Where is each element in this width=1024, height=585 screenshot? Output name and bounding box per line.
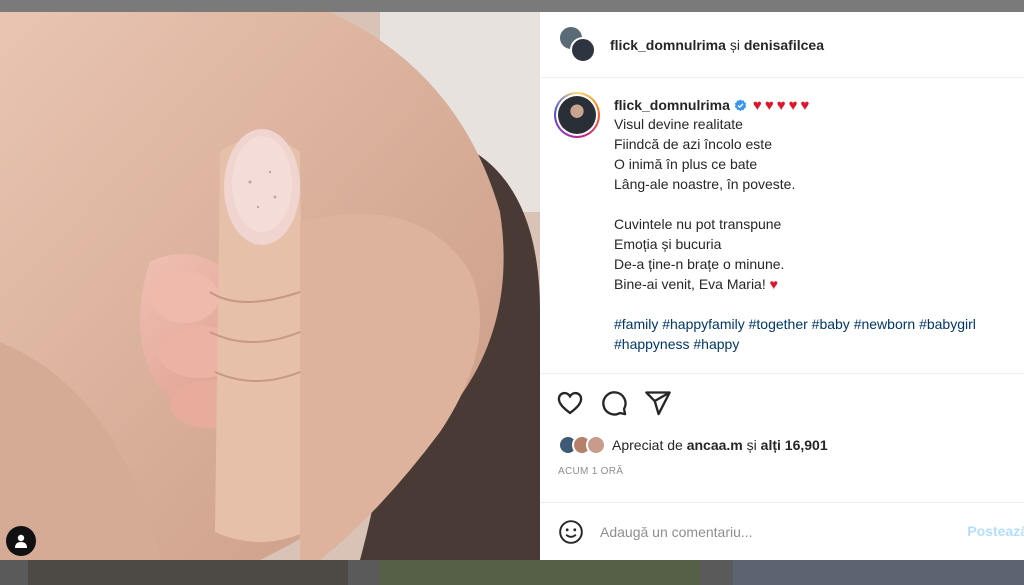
background-page-bottom	[0, 560, 1024, 585]
likes-connector: și	[746, 437, 757, 453]
user-icon	[15, 534, 27, 548]
caption-avatar[interactable]	[554, 92, 600, 138]
post-comment-button[interactable]: Postează	[967, 523, 1024, 539]
avatar	[570, 36, 596, 63]
post-details-panel: flick_domnulrima și denisafilcea flick_d…	[540, 12, 1024, 560]
caption-user-line: flick_domnulrima ♥♥♥♥♥	[614, 96, 1024, 114]
comment-icon[interactable]	[600, 389, 628, 417]
post-image[interactable]	[0, 12, 540, 560]
caption-line: O inimă în plus ce bate	[614, 156, 758, 172]
caption-line: Bine-ai venit, Eva Maria!	[614, 276, 766, 292]
comment-form: Postează	[540, 502, 1024, 560]
hashtags-line[interactable]: #family #happyfamily #together #baby #ne…	[614, 314, 1024, 334]
caption-line: Cuvintele nu pot transpune	[614, 216, 782, 232]
avatar	[586, 435, 606, 455]
caption-line: Emoția și bucuria	[614, 236, 722, 252]
heart-emoji: ♥	[769, 276, 778, 292]
caption-line: Fiindcă de azi încolo este	[614, 136, 772, 152]
post-actions	[540, 374, 1024, 432]
collab-names: flick_domnulrima și denisafilcea	[610, 37, 824, 53]
post-header: flick_domnulrima și denisafilcea	[540, 12, 1024, 78]
background-page-top	[0, 0, 1024, 12]
collaborator-username-link[interactable]: denisafilcea	[744, 37, 824, 53]
emoji-icon[interactable]	[558, 519, 584, 545]
verified-badge-icon	[734, 98, 747, 111]
share-icon[interactable]	[644, 389, 672, 417]
owner-username-link[interactable]: flick_domnulrima	[610, 37, 726, 53]
comment-input[interactable]	[600, 523, 980, 540]
heart-emojis: ♥♥♥♥♥	[752, 96, 813, 114]
post-timestamp[interactable]: ACUM 1 ORĂ	[540, 466, 1024, 480]
hashtags-line[interactable]: #happyness #happy	[614, 334, 1024, 354]
caption-username-link[interactable]: flick_domnulrima	[614, 97, 730, 113]
tagged-user-button[interactable]	[6, 526, 36, 556]
heart-icon[interactable]	[556, 389, 584, 417]
background-thumbnail	[380, 560, 700, 585]
caption-line: Lâng-ale noastre, în poveste.	[614, 176, 796, 192]
hands-photo	[0, 12, 540, 560]
background-thumbnail	[28, 560, 348, 585]
connector-text: și	[729, 36, 740, 53]
caption-block: flick_domnulrima ♥♥♥♥♥ Visul devine real…	[540, 78, 1024, 374]
likes-prefix: Apreciat de	[612, 437, 683, 453]
likes-others-link[interactable]: alți 16,901	[761, 437, 828, 453]
liker-username-link[interactable]: ancaa.m	[687, 437, 743, 453]
caption-line: De-a ține-n brațe o minune.	[614, 256, 785, 272]
caption-line-final: Bine-ai venit, Eva Maria! ♥	[614, 274, 1024, 294]
liker-avatars[interactable]	[558, 435, 606, 455]
background-thumbnail	[733, 560, 1024, 585]
likes-summary: Apreciat de ancaa.m și alți 16,901	[540, 432, 1024, 458]
caption-line: Visul devine realitate	[614, 116, 743, 132]
collab-avatars[interactable]	[558, 24, 598, 65]
